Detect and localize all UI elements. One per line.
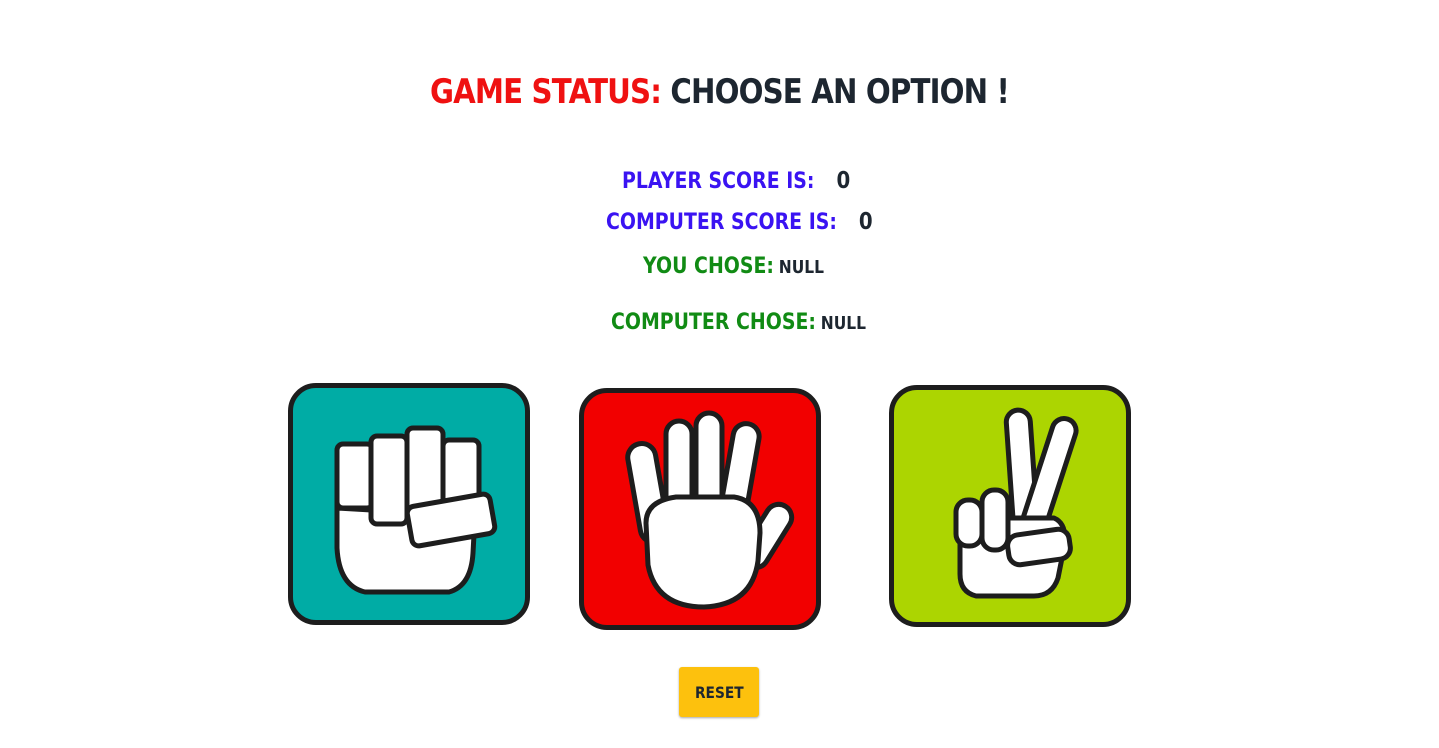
- game-status: Game Status: Choose an option !: [101, 66, 1339, 118]
- player-score: Player score is: 0: [622, 168, 850, 194]
- game-status-value: Choose an option !: [670, 72, 1010, 112]
- computer-score-label: Computer score is:: [606, 210, 837, 235]
- game-status-label: Game Status:: [429, 72, 662, 112]
- computer-chose-value: null: [820, 313, 866, 334]
- computer-score: Computer score is: 0: [606, 209, 873, 235]
- you-chose: You chose: null: [643, 254, 824, 279]
- player-score-label: Player score is:: [622, 169, 815, 194]
- scissors-button[interactable]: [889, 385, 1131, 627]
- you-chose-value: null: [778, 257, 825, 278]
- reset-button[interactable]: Reset: [679, 667, 759, 717]
- computer-score-value: 0: [858, 209, 873, 235]
- paper-button[interactable]: [579, 388, 821, 630]
- scissors-peace-icon: [953, 407, 1079, 599]
- rock-fist-icon: [334, 425, 498, 595]
- player-score-value: 0: [836, 168, 851, 194]
- you-chose-label: You chose:: [643, 254, 774, 279]
- reset-button-label: Reset: [694, 682, 744, 702]
- rock-button[interactable]: [288, 383, 530, 625]
- computer-chose-label: Computer chose:: [611, 310, 816, 335]
- paper-hand-icon: [625, 410, 795, 610]
- computer-chose: Computer chose: null: [611, 310, 866, 335]
